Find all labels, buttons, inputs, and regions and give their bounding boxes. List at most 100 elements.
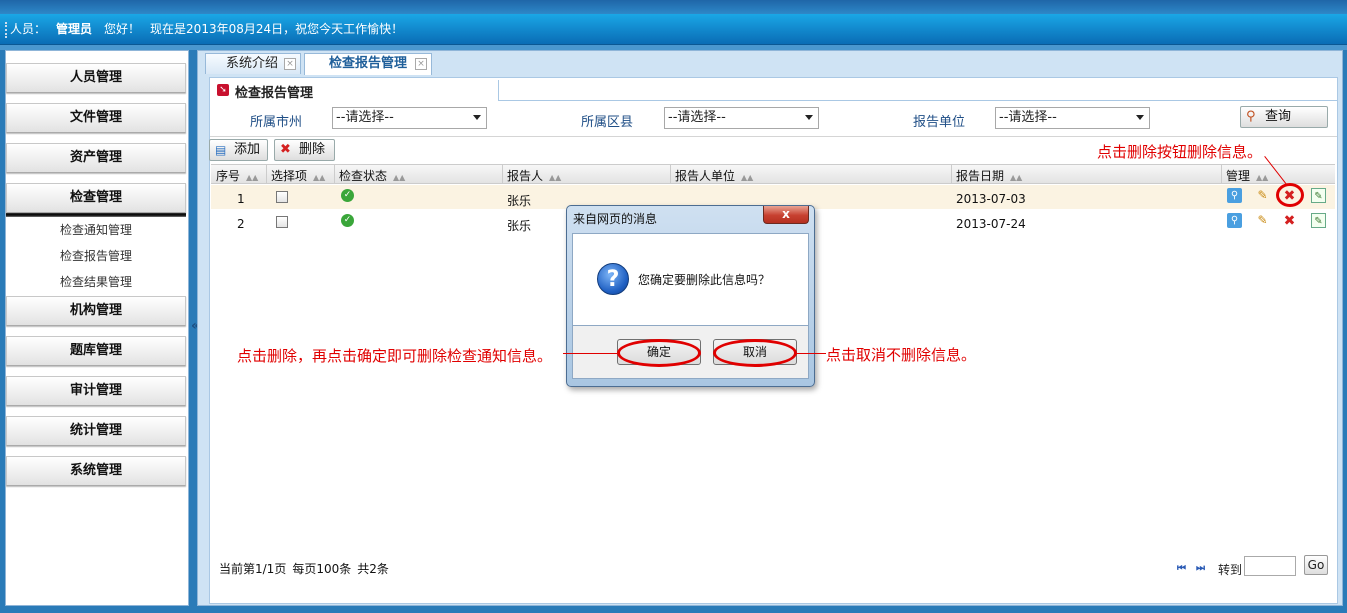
goto-page-input[interactable]: [1244, 556, 1296, 576]
col-header-select[interactable]: 选择项 ▲▲: [271, 167, 325, 184]
col-header-manage[interactable]: 管理 ▲▲: [1226, 167, 1268, 184]
sidebar-item-organization[interactable]: 机构管理: [6, 296, 186, 326]
col-header-date[interactable]: 报告日期 ▲▲: [956, 167, 1022, 184]
col-header-unit[interactable]: 报告人单位 ▲▲: [675, 167, 753, 184]
cell-date: 2013-07-24: [956, 217, 1026, 231]
delete-label: 删除: [299, 142, 326, 157]
sidebar-item-inspection[interactable]: 检查管理: [6, 183, 186, 213]
col-header-status[interactable]: 检查状态 ▲▲: [339, 167, 405, 184]
col-header-reporter[interactable]: 报告人 ▲▲: [507, 167, 561, 184]
edit-icon[interactable]: ✎: [1255, 188, 1270, 203]
sidebar-item-personnel[interactable]: 人员管理: [6, 63, 186, 93]
first-page-icon[interactable]: ⏮: [1177, 563, 1186, 574]
submenu-item-report[interactable]: 检查报告管理: [6, 245, 186, 267]
question-icon: ?: [597, 263, 629, 295]
dialog-close-button[interactable]: x: [763, 206, 809, 224]
delete-button[interactable]: ✖ 删除: [274, 139, 335, 161]
tab-report-management[interactable]: 检查报告管理 ×: [304, 53, 432, 75]
next-page-icon[interactable]: ⏭: [1196, 563, 1205, 574]
row-checkbox[interactable]: [276, 216, 288, 228]
tab-close-icon[interactable]: ×: [284, 58, 296, 70]
go-button[interactable]: Go: [1304, 555, 1328, 575]
bar-divider: [5, 22, 7, 38]
sort-icon: ▲▲: [393, 173, 406, 182]
note-icon[interactable]: ✎: [1311, 188, 1326, 203]
pager-per-page: 每页100条: [292, 562, 352, 576]
tab-label: 系统介绍: [226, 56, 279, 71]
sort-icon: ▲▲: [1010, 173, 1023, 182]
row-checkbox[interactable]: [276, 191, 288, 203]
add-icon: ▤: [215, 143, 227, 157]
col-label: 报告人: [507, 169, 544, 183]
dialog-message: 您确定要删除此信息吗？: [638, 273, 771, 287]
filter-district-label: 所属区县: [581, 115, 634, 130]
filter-city-label: 所属市州: [250, 115, 303, 130]
sort-icon: ▲▲: [313, 173, 326, 182]
add-button[interactable]: ▤ 添加: [209, 139, 268, 161]
sort-icon: ▲▲: [549, 173, 562, 182]
active-menu-indicator: [6, 213, 186, 217]
query-label: 查询: [1265, 109, 1292, 124]
pager-current: 当前第1/1页: [219, 562, 287, 576]
query-button[interactable]: ⚲ 查询: [1240, 106, 1328, 128]
add-label: 添加: [234, 142, 261, 157]
col-header-no[interactable]: 序号 ▲▲: [216, 167, 258, 184]
sidebar-item-assets[interactable]: 资产管理: [6, 143, 186, 173]
confirm-hint-note: 点击删除，再点击确定即可删除检查通知信息。: [237, 347, 553, 365]
filter-unit-label: 报告单位: [913, 115, 966, 130]
sidebar-item-question-bank[interactable]: 题库管理: [6, 336, 186, 366]
cell-date: 2013-07-03: [956, 192, 1026, 206]
cell-no: 2: [237, 217, 245, 231]
delete-row-icon[interactable]: ✖: [1282, 214, 1297, 229]
tab-system-intro[interactable]: 系统介绍 ×: [205, 53, 301, 74]
col-divider: [502, 164, 503, 184]
status-check-icon: ✓: [341, 214, 354, 227]
city-select[interactable]: --请选择--: [332, 107, 487, 129]
sidebar-item-system[interactable]: 系统管理: [6, 456, 186, 486]
cell-reporter: 张乐: [507, 219, 532, 233]
confirm-arrow-line: [563, 353, 617, 354]
view-icon[interactable]: ⚲: [1227, 188, 1242, 203]
user-label: 人员：: [10, 22, 47, 36]
col-divider: [670, 164, 671, 184]
sidebar-item-statistics[interactable]: 统计管理: [6, 416, 186, 446]
district-select[interactable]: --请选择--: [664, 107, 819, 129]
pager-info: 当前第1/1页 每页100条 共2条: [219, 560, 395, 577]
cancel-highlight-ring: [713, 339, 797, 367]
tab-close-icon[interactable]: ×: [415, 58, 427, 70]
sidebar-item-audit[interactable]: 审计管理: [6, 376, 186, 406]
date-text: 现在是2013年08月24日，祝您今天工作愉快！: [150, 22, 404, 36]
unit-select[interactable]: --请选择--: [995, 107, 1150, 129]
title-divider: [498, 80, 499, 101]
col-label: 选择项: [271, 169, 308, 183]
note-icon[interactable]: ✎: [1311, 213, 1326, 228]
panel-title-bar: ➘ 检查报告管理: [211, 80, 499, 101]
sidebar-menu: [5, 50, 189, 606]
sidebar-item-files[interactable]: 文件管理: [6, 103, 186, 133]
cell-reporter: 张乐: [507, 194, 532, 208]
submenu-item-result[interactable]: 检查结果管理: [6, 271, 186, 293]
submenu-item-notice[interactable]: 检查通知管理: [6, 219, 186, 241]
status-check-icon: ✓: [341, 189, 354, 202]
edit-icon[interactable]: ✎: [1255, 213, 1270, 228]
col-divider: [951, 164, 952, 184]
goto-label: 转到: [1218, 563, 1243, 577]
tab-label: 检查报告管理: [329, 56, 408, 71]
view-icon[interactable]: ⚲: [1227, 213, 1242, 228]
col-divider: [266, 164, 267, 184]
search-icon: ⚲: [1246, 109, 1256, 124]
col-label: 检查状态: [339, 169, 388, 183]
panel-title: 检查报告管理: [235, 86, 314, 101]
col-divider: [334, 164, 335, 184]
col-divider: [1221, 164, 1222, 184]
dialog-title: 来自网页的消息: [573, 212, 658, 226]
user-info-bar: 人员： 管理员 您好！ 现在是2013年08月24日，祝您今天工作愉快！: [0, 14, 1347, 45]
col-label: 报告人单位: [675, 169, 736, 183]
select-value: --请选择--: [668, 110, 726, 125]
pager-total: 共2条: [357, 562, 389, 576]
sort-icon: ▲▲: [246, 173, 259, 182]
col-label: 序号: [216, 169, 241, 183]
user-name: 管理员: [56, 22, 93, 36]
ok-highlight-ring: [617, 339, 701, 367]
chevron-down-icon: [473, 115, 481, 120]
